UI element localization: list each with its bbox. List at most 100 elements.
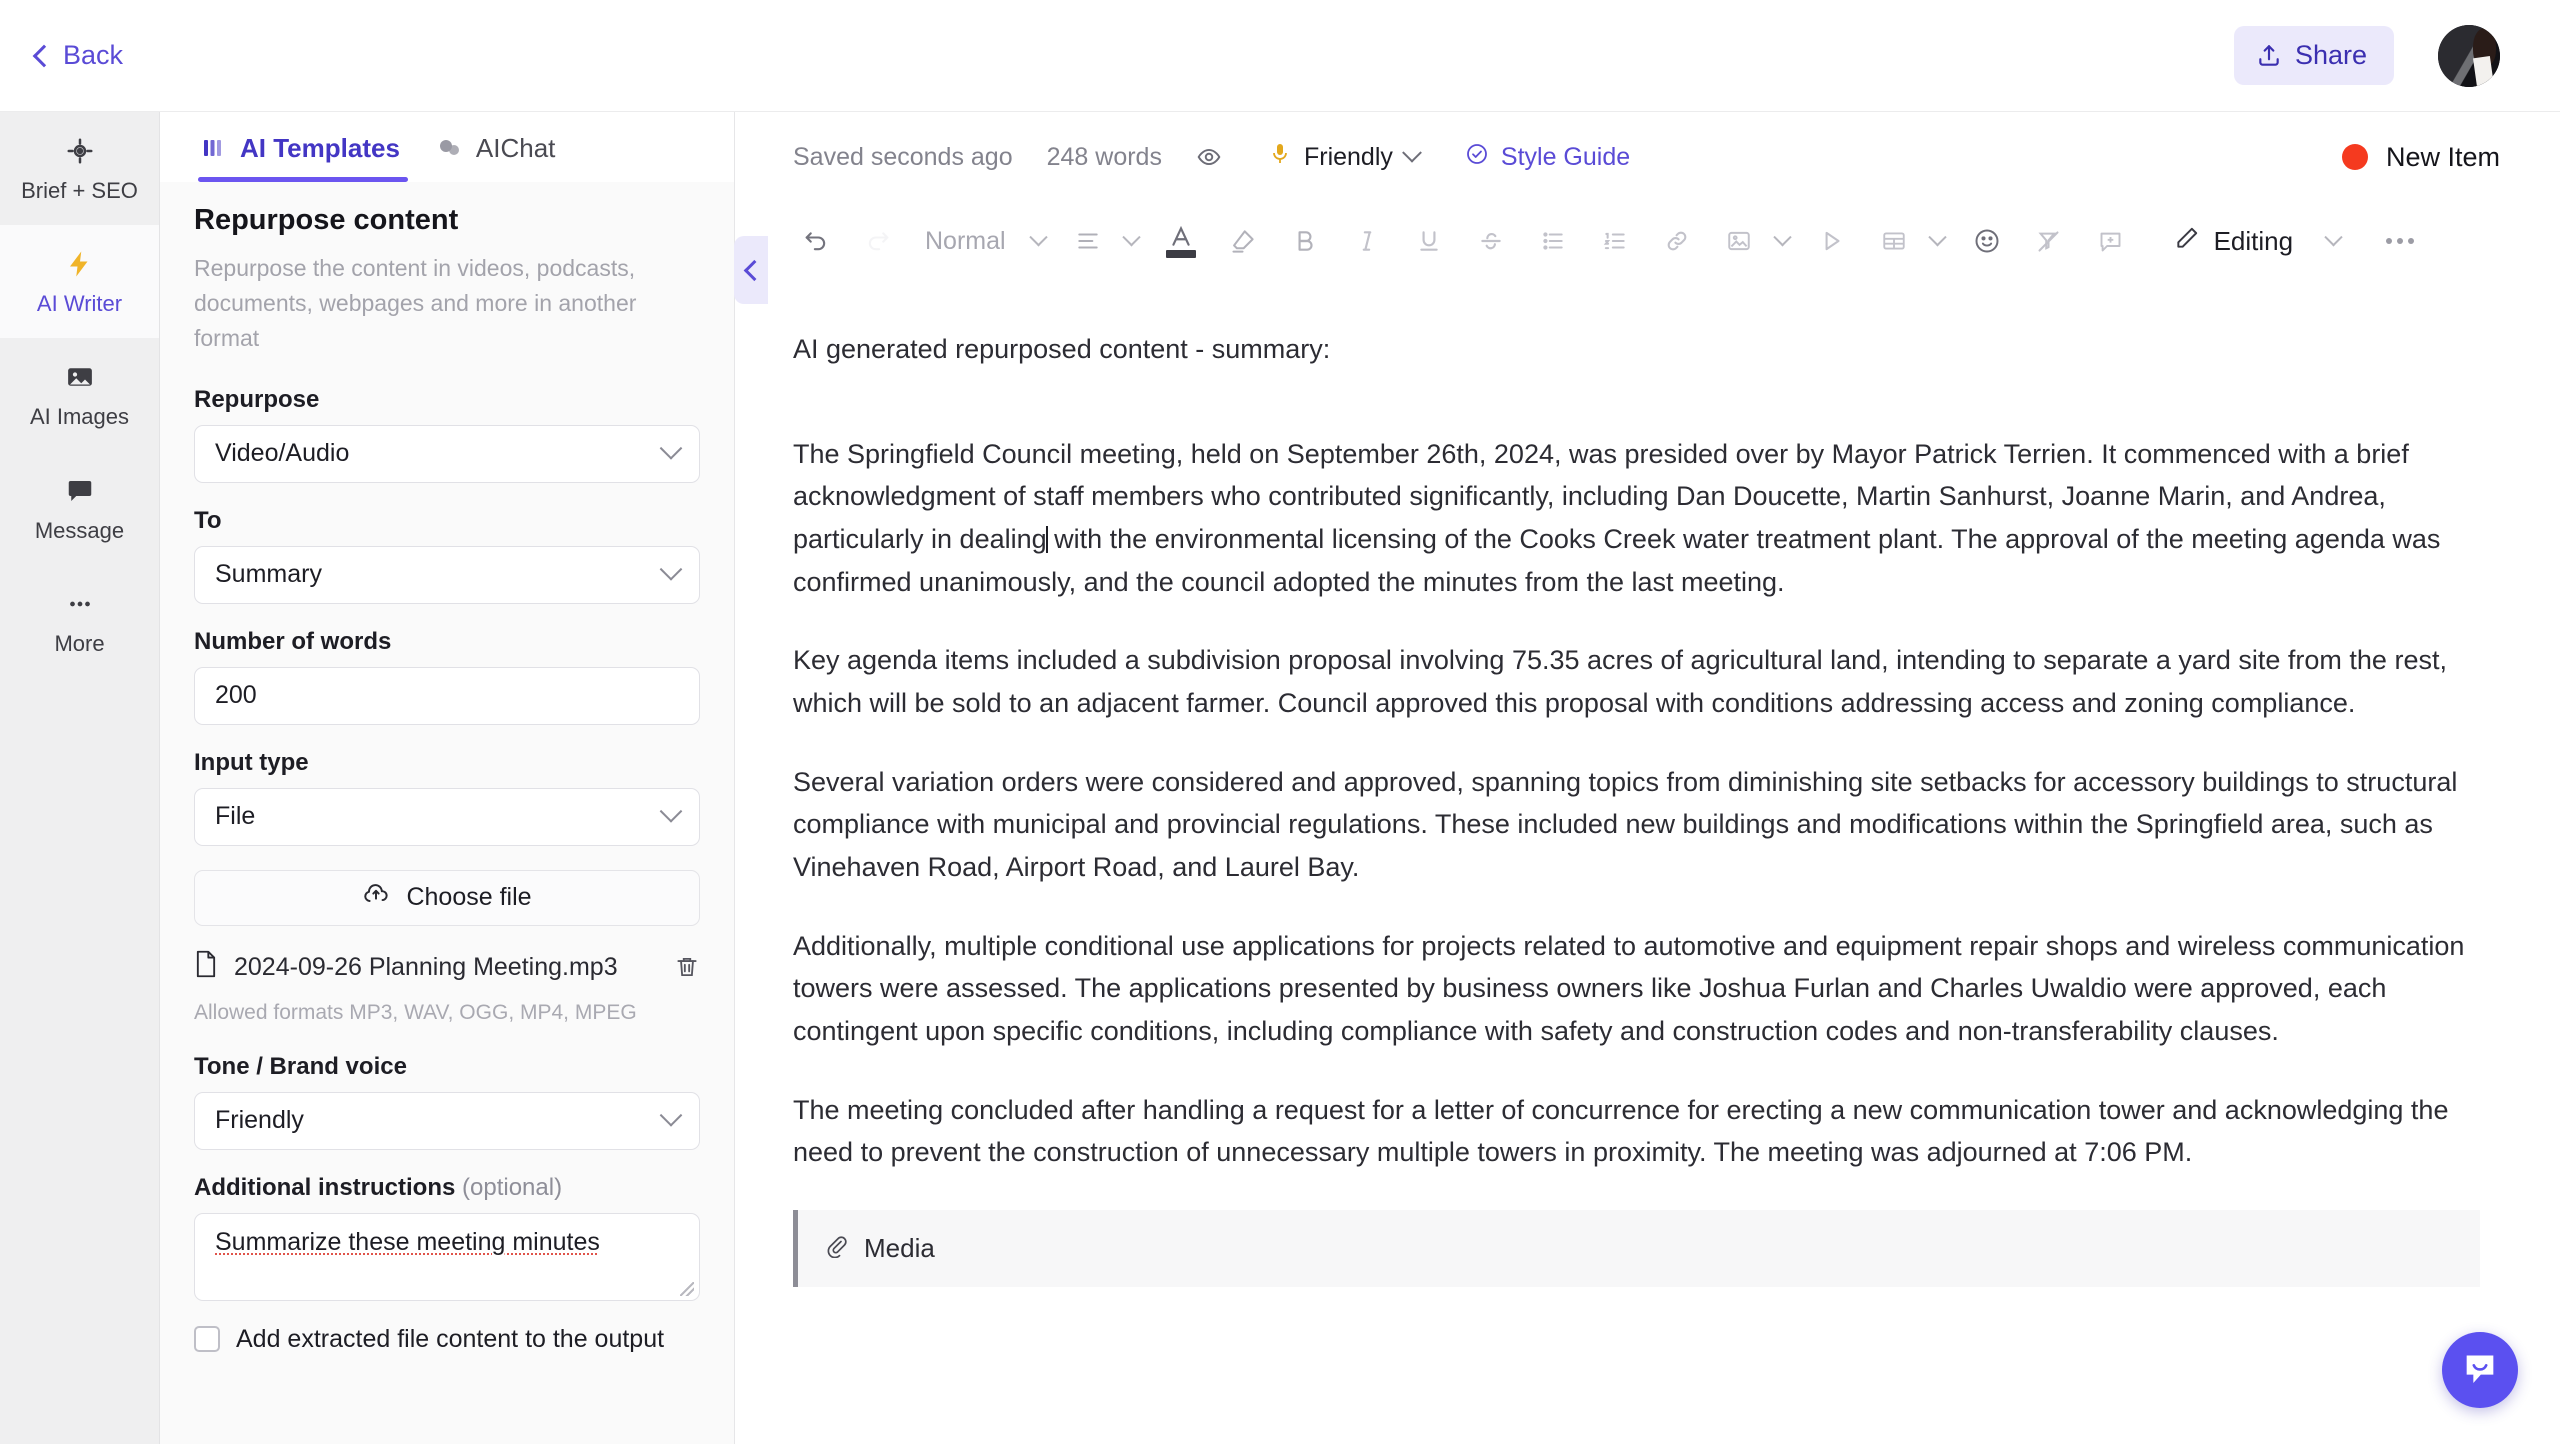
paperclip-icon [824,1232,848,1265]
back-label: Back [63,40,124,70]
tab-label: AIChat [475,132,556,163]
insert-table-icon[interactable] [1869,216,1919,266]
italic-icon[interactable] [1342,216,1392,266]
top-bar: Back Share [0,0,2560,112]
video-icon[interactable] [1807,216,1857,266]
words-value: 200 [215,681,257,710]
field-repurpose: Repurpose Video/Audio [194,386,700,483]
sidebar-item-ai-writer[interactable]: AI Writer [0,225,159,339]
chevron-down-icon[interactable] [1927,227,1947,246]
chevron-left-icon [743,259,765,281]
tone-value: Friendly [215,1106,304,1135]
sidebar-item-label: AI Images [29,404,130,430]
tab-ai-templates[interactable]: AI Templates [190,115,426,182]
add-extracted-content-checkbox[interactable] [194,1326,220,1353]
chevron-down-icon[interactable] [1028,227,1048,246]
dot [2397,238,2404,244]
document-body[interactable]: AI generated repurposed content - summar… [735,280,2560,1444]
resize-grip-icon[interactable] [680,1281,694,1296]
chat-icon [436,135,462,161]
app-root: Back Share Brief + SEO AI Writer AI Imag… [0,0,2560,1444]
chat-launcher-button[interactable] [2442,1332,2518,1408]
input-type-label: Input type [194,748,309,776]
chevron-down-icon[interactable] [1121,227,1141,246]
document-heading: AI generated repurposed content - summar… [793,334,1331,364]
sidebar-item-brief-seo[interactable]: Brief + SEO [0,112,159,225]
editing-mode-button[interactable]: Editing [2174,225,2293,258]
share-button[interactable]: Share [2233,26,2394,85]
choose-file-label: Choose file [406,883,532,912]
document-paragraph: Additionally, multiple conditional use a… [793,930,2465,1046]
preview-eye-icon[interactable] [1196,144,1222,170]
instructions-textarea[interactable]: Summarize these meeting minutes [194,1212,700,1301]
cloud-upload-icon [362,880,390,915]
paragraph-style-select[interactable]: Normal [915,227,1022,256]
instructions-label-text: Additional instructions [194,1173,456,1201]
editor-meta-bar: Saved seconds ago 248 words Friendly Sty… [735,112,2560,202]
image-icon [63,360,97,394]
bold-icon[interactable] [1280,216,1330,266]
field-tone: Tone / Brand voice Friendly [194,1053,700,1150]
sidebar-item-message[interactable]: Message [0,452,159,565]
avatar[interactable] [2438,24,2500,87]
chevron-down-icon[interactable] [1772,227,1792,246]
new-item-button[interactable]: New Item [2341,142,2500,173]
numbered-list-icon[interactable] [1590,216,1640,266]
choose-file-button[interactable]: Choose file [194,869,700,926]
sidebar-item-more[interactable]: More [0,565,159,678]
selected-color-swatch [1165,249,1196,258]
template-panel: AI Templates AIChat Repurpose content Re… [160,112,735,1444]
undo-icon[interactable] [791,216,841,266]
sidebar-item-label: Brief + SEO [21,178,138,203]
text-color-icon[interactable] [1156,216,1206,266]
back-button[interactable]: Back [26,32,133,79]
toolbar-overflow-icon[interactable] [2386,238,2415,244]
style-guide-label: Style Guide [1500,142,1631,171]
sidebar-item-ai-images[interactable]: AI Images [0,338,159,451]
words-input[interactable]: 200 [194,666,700,725]
media-block[interactable]: Media [793,1209,2480,1287]
add-extracted-content-row[interactable]: Add extracted file content to the output [194,1325,700,1354]
emoji-icon[interactable] [1962,216,2012,266]
field-number-of-words: Number of words 200 [194,628,700,725]
repurpose-label: Repurpose [194,385,320,413]
document-paragraph: The Springfield Council meeting, held on… [793,433,2480,604]
record-dot-icon [2341,144,2368,170]
tone-selector[interactable]: Friendly [1268,141,1422,174]
dot [2386,238,2393,244]
sidebar-item-label: AI Writer [36,291,123,317]
collapse-panel-button[interactable] [734,236,768,304]
chevron-down-icon [1401,142,1422,163]
underline-icon[interactable] [1404,216,1454,266]
tone-select[interactable]: Friendly [194,1091,700,1150]
link-icon[interactable] [1652,216,1702,266]
strikethrough-icon[interactable] [1466,216,1516,266]
redo-icon[interactable] [853,216,903,266]
app-body: Brief + SEO AI Writer AI Images Message … [0,112,2560,1444]
chat-bubble-icon [63,474,97,508]
to-select[interactable]: Summary [194,545,700,604]
chevron-down-icon [659,799,683,823]
tab-aichat[interactable]: AIChat [426,115,582,180]
chevron-down-icon [659,436,683,460]
template-description: Repurpose the content in videos, podcast… [194,255,637,351]
chevron-left-icon [32,44,56,67]
repurpose-select[interactable]: Video/Audio [194,424,700,483]
align-icon[interactable] [1063,216,1113,266]
word-count: 248 words [1046,142,1162,171]
input-type-select[interactable]: File [194,787,700,846]
sidebar-item-label: More [54,630,105,656]
field-additional-instructions: Additional instructions (optional) Summa… [194,1174,700,1301]
document-paragraph: The meeting concluded after handling a r… [793,1094,2449,1168]
bullet-list-icon[interactable] [1528,216,1578,266]
chevron-down-icon [659,1103,683,1127]
editor-pane: Saved seconds ago 248 words Friendly Sty… [735,112,2560,1444]
style-guide-button[interactable]: Style Guide [1465,142,1630,173]
clear-formatting-icon[interactable] [2024,216,2074,266]
to-label: To [194,506,222,534]
highlighter-icon[interactable] [1218,216,1268,266]
add-comment-icon[interactable] [2086,216,2136,266]
insert-image-icon[interactable] [1714,216,1764,266]
chevron-down-icon[interactable] [2324,227,2343,246]
delete-file-icon[interactable] [674,954,700,980]
